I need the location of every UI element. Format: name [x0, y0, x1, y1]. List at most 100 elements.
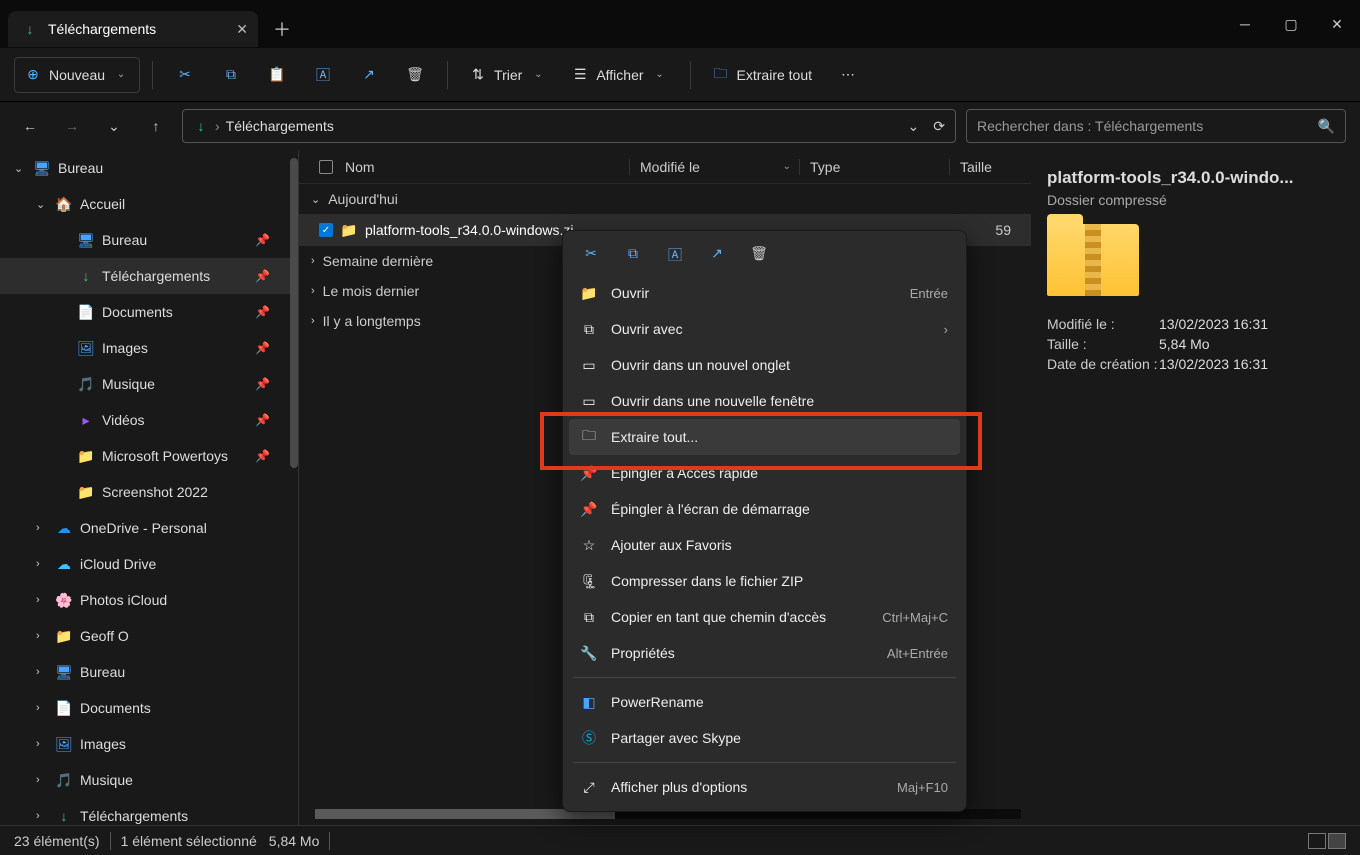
- sidebar-item-photos-icloud[interactable]: ›🌸Photos iCloud: [0, 582, 298, 618]
- breadcrumb[interactable]: Téléchargements: [226, 118, 334, 134]
- view-button[interactable]: ☰ Afficher ⌄: [562, 57, 677, 93]
- sidebar-item-label: Bureau: [102, 232, 147, 248]
- sidebar-item-label: Images: [80, 736, 126, 752]
- extract-all-button[interactable]: 🗀 Extraire tout: [703, 57, 822, 93]
- ctx-pin-start[interactable]: 📌Épingler à l'écran de démarrage: [569, 491, 960, 527]
- sidebar-item-geoff-o[interactable]: ›📁Geoff O: [0, 618, 298, 654]
- ctx-powerrename[interactable]: ◧PowerRename: [569, 684, 960, 720]
- ctx-copy-path[interactable]: ⧉Copier en tant que chemin d'accèsCtrl+M…: [569, 599, 960, 635]
- sidebar-item-images[interactable]: 🖼Images📌: [0, 330, 298, 366]
- more-button[interactable]: ⋯: [828, 57, 868, 93]
- chevron-right-icon: ›: [311, 255, 315, 267]
- ctx-extract-all[interactable]: 🗀Extraire tout...: [569, 419, 960, 455]
- sidebar-item-onedrive---personal[interactable]: ›☁OneDrive - Personal: [0, 510, 298, 546]
- group-today[interactable]: ⌄Aujourd'hui: [299, 184, 1031, 214]
- ctx-new-window[interactable]: ▭Ouvrir dans une nouvelle fenêtre: [569, 383, 960, 419]
- maximize-button[interactable]: ▢: [1268, 4, 1314, 44]
- sort-icon: ⇅: [470, 67, 486, 83]
- sidebar-scrollbar[interactable]: [290, 158, 298, 468]
- up-button[interactable]: ↑: [140, 110, 172, 142]
- copy-icon[interactable]: ⧉: [623, 245, 643, 265]
- ctx-pin-quick[interactable]: 📌Épingler à Accès rapide: [569, 455, 960, 491]
- sidebar-item-icloud-drive[interactable]: ›☁iCloud Drive: [0, 546, 298, 582]
- ctx-compress[interactable]: 🗜Compresser dans le fichier ZIP: [569, 563, 960, 599]
- delete-button[interactable]: 🗑: [395, 57, 435, 93]
- sort-button[interactable]: ⇅ Trier ⌄: [460, 57, 556, 93]
- title-bar: ↓ Téléchargements ✕ ＋ ─ ▢ ✕: [0, 0, 1360, 48]
- share-button[interactable]: ↗: [349, 57, 389, 93]
- thumbnails-view-button[interactable]: [1308, 833, 1326, 849]
- ctx-open-with[interactable]: ⧉Ouvrir avec›: [569, 311, 960, 347]
- close-tab-icon[interactable]: ✕: [236, 21, 248, 38]
- recent-button[interactable]: ⌄: [98, 110, 130, 142]
- new-tab-button[interactable]: ＋: [264, 11, 300, 47]
- col-name[interactable]: Nom: [345, 159, 375, 175]
- folder-icon: 🖥: [78, 232, 94, 248]
- paste-button[interactable]: 📋: [257, 57, 297, 93]
- sidebar-item-bureau[interactable]: ›🖥Bureau: [0, 654, 298, 690]
- chevron-down-icon: ⌄: [530, 67, 546, 83]
- close-window-button[interactable]: ✕: [1314, 4, 1360, 44]
- sidebar-item-screenshot-2022[interactable]: 📁Screenshot 2022: [0, 474, 298, 510]
- file-checkbox[interactable]: ✓: [319, 223, 333, 237]
- sidebar-item-vidéos[interactable]: ▸Vidéos📌: [0, 402, 298, 438]
- cut-icon[interactable]: ✂: [581, 245, 601, 265]
- folder-icon: 🌸: [56, 592, 72, 608]
- ctx-more-options[interactable]: ⤢Afficher plus d'optionsMaj+F10: [569, 769, 960, 805]
- ctx-properties[interactable]: 🔧PropriétésAlt+Entrée: [569, 635, 960, 671]
- new-label: Nouveau: [49, 67, 105, 83]
- chevron-icon: ⌄: [36, 198, 48, 211]
- copy-button[interactable]: ⧉: [211, 57, 251, 93]
- folder-icon: 🖥: [56, 664, 72, 680]
- sidebar-item-accueil[interactable]: ⌄🏠Accueil: [0, 186, 298, 222]
- back-button[interactable]: ←: [14, 110, 46, 142]
- folder-icon: ☁: [56, 520, 72, 536]
- open-with-icon: ⧉: [581, 321, 597, 337]
- rename-icon[interactable]: 🄰: [665, 245, 685, 265]
- minimize-button[interactable]: ─: [1222, 4, 1268, 44]
- download-icon: ↓: [193, 118, 209, 134]
- chevron-icon: ›: [36, 594, 48, 606]
- sidebar-item-bureau[interactable]: ⌄🖥Bureau: [0, 150, 298, 186]
- refresh-icon[interactable]: ⟳: [933, 118, 945, 135]
- rename-button[interactable]: 🄰: [303, 57, 343, 93]
- chevron-down-icon: ⌄: [311, 193, 320, 206]
- sidebar-item-musique[interactable]: ›🎵Musique: [0, 762, 298, 798]
- new-button[interactable]: ⊕ Nouveau ⌄: [14, 57, 140, 93]
- sidebar-item-bureau[interactable]: 🖥Bureau📌: [0, 222, 298, 258]
- chevron-down-icon[interactable]: ⌄: [908, 118, 920, 135]
- status-count: 23 élément(s): [14, 833, 100, 849]
- tab-title: Téléchargements: [48, 21, 156, 37]
- sidebar-item-microsoft-powertoys[interactable]: 📁Microsoft Powertoys📌: [0, 438, 298, 474]
- address-bar[interactable]: ↓ › Téléchargements ⌄ ⟳: [182, 109, 956, 143]
- tab-downloads[interactable]: ↓ Téléchargements ✕: [8, 11, 258, 47]
- sidebar-item-images[interactable]: ›🖼Images: [0, 726, 298, 762]
- cut-button[interactable]: ✂: [165, 57, 205, 93]
- share-icon[interactable]: ↗: [707, 245, 727, 265]
- sidebar-item-documents[interactable]: 📄Documents📌: [0, 294, 298, 330]
- sidebar-item-documents[interactable]: ›📄Documents: [0, 690, 298, 726]
- pin-icon: 📌: [255, 413, 270, 427]
- copy-path-icon: ⧉: [581, 609, 597, 625]
- sidebar-item-téléchargements[interactable]: ›↓Téléchargements: [0, 798, 298, 825]
- trash-icon[interactable]: 🗑: [749, 245, 769, 265]
- details-view-button[interactable]: [1328, 833, 1346, 849]
- sidebar-item-label: Microsoft Powertoys: [102, 448, 228, 464]
- ctx-new-tab[interactable]: ▭Ouvrir dans un nouvel onglet: [569, 347, 960, 383]
- view-label: Afficher: [596, 67, 643, 83]
- select-all-checkbox[interactable]: [319, 160, 333, 174]
- ctx-add-fav[interactable]: ☆Ajouter aux Favoris: [569, 527, 960, 563]
- sidebar-item-musique[interactable]: 🎵Musique📌: [0, 366, 298, 402]
- col-type[interactable]: Type: [810, 159, 840, 175]
- details-subtitle: Dossier compressé: [1047, 192, 1344, 208]
- col-size[interactable]: Taille: [960, 159, 992, 175]
- ctx-open[interactable]: 📁OuvrirEntrée: [569, 275, 960, 311]
- col-modified[interactable]: Modifié le: [640, 159, 700, 175]
- forward-button[interactable]: →: [56, 110, 88, 142]
- separator: [447, 61, 448, 89]
- search-input[interactable]: Rechercher dans : Téléchargements 🔍: [966, 109, 1346, 143]
- sidebar-item-téléchargements[interactable]: ↓Téléchargements📌: [0, 258, 298, 294]
- sidebar-item-label: Vidéos: [102, 412, 145, 428]
- more-icon: ⤢: [581, 779, 597, 795]
- ctx-skype[interactable]: ⓈPartager avec Skype: [569, 720, 960, 756]
